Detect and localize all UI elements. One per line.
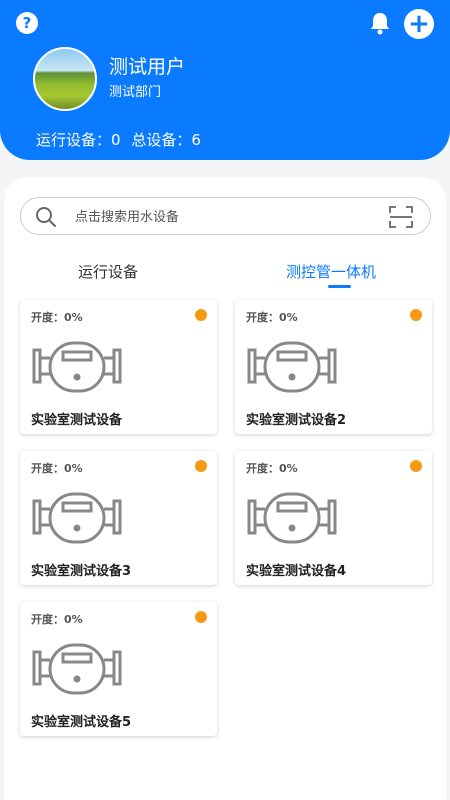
water-meter-icon (32, 643, 122, 695)
device-card[interactable]: 开度：0% 实验室测试设备2 (235, 300, 432, 434)
water-meter-icon (247, 492, 337, 544)
opening-label: 开度：0% (31, 311, 83, 324)
opening-label: 开度：0% (31, 613, 83, 626)
question-circle-icon[interactable]: ? (16, 12, 38, 34)
device-name: 实验室测试设备 (31, 413, 123, 428)
opening-label: 开度：0% (31, 462, 83, 475)
device-name: 实验室测试设备2 (246, 413, 347, 428)
status-dot (195, 460, 207, 472)
active-tab-indicator (328, 285, 351, 288)
device-card[interactable]: 开度：0% 实验室测试设备5 (20, 602, 217, 736)
status-dot (410, 309, 422, 321)
device-name: 实验室测试设备3 (31, 564, 132, 579)
opening-label: 开度：0% (246, 311, 298, 324)
device-panel: 运行设备 测控管一体机 开度：0% 实验室测试设备 开度：0% (4, 177, 446, 800)
bell-icon[interactable] (367, 10, 393, 36)
search-bar[interactable] (20, 197, 431, 235)
tab-running-devices[interactable]: 运行设备 (78, 261, 138, 282)
search-input[interactable] (73, 204, 377, 230)
device-card[interactable]: 开度：0% 实验室测试设备 (20, 300, 217, 434)
plus-circle-icon[interactable]: + (404, 9, 434, 39)
avatar[interactable] (33, 47, 97, 111)
device-name: 实验室测试设备5 (31, 715, 132, 730)
device-card[interactable]: 开度：0% 实验室测试设备4 (235, 451, 432, 585)
status-dot (410, 460, 422, 472)
status-dot (195, 611, 207, 623)
running-devices-count: 运行设备：0 (36, 131, 121, 149)
search-icon (36, 207, 56, 227)
total-devices-count: 总设备：6 (131, 131, 201, 149)
user-department: 测试部门 (109, 85, 162, 100)
user-name: 测试用户 (109, 56, 186, 78)
water-meter-icon (32, 341, 122, 393)
opening-label: 开度：0% (246, 462, 298, 475)
water-meter-icon (247, 341, 337, 393)
device-name: 实验室测试设备4 (246, 564, 347, 579)
tab-integrated-controllers[interactable]: 测控管一体机 (286, 261, 376, 282)
water-meter-icon (32, 492, 122, 544)
scan-icon[interactable] (388, 205, 414, 229)
device-card[interactable]: 开度：0% 实验室测试设备3 (20, 451, 217, 585)
user-header: ? + 测试用户 测试部门 运行设备：0 总设备：6 (0, 0, 450, 160)
device-stats: 运行设备：0 总设备：6 (36, 129, 207, 150)
status-dot (195, 309, 207, 321)
